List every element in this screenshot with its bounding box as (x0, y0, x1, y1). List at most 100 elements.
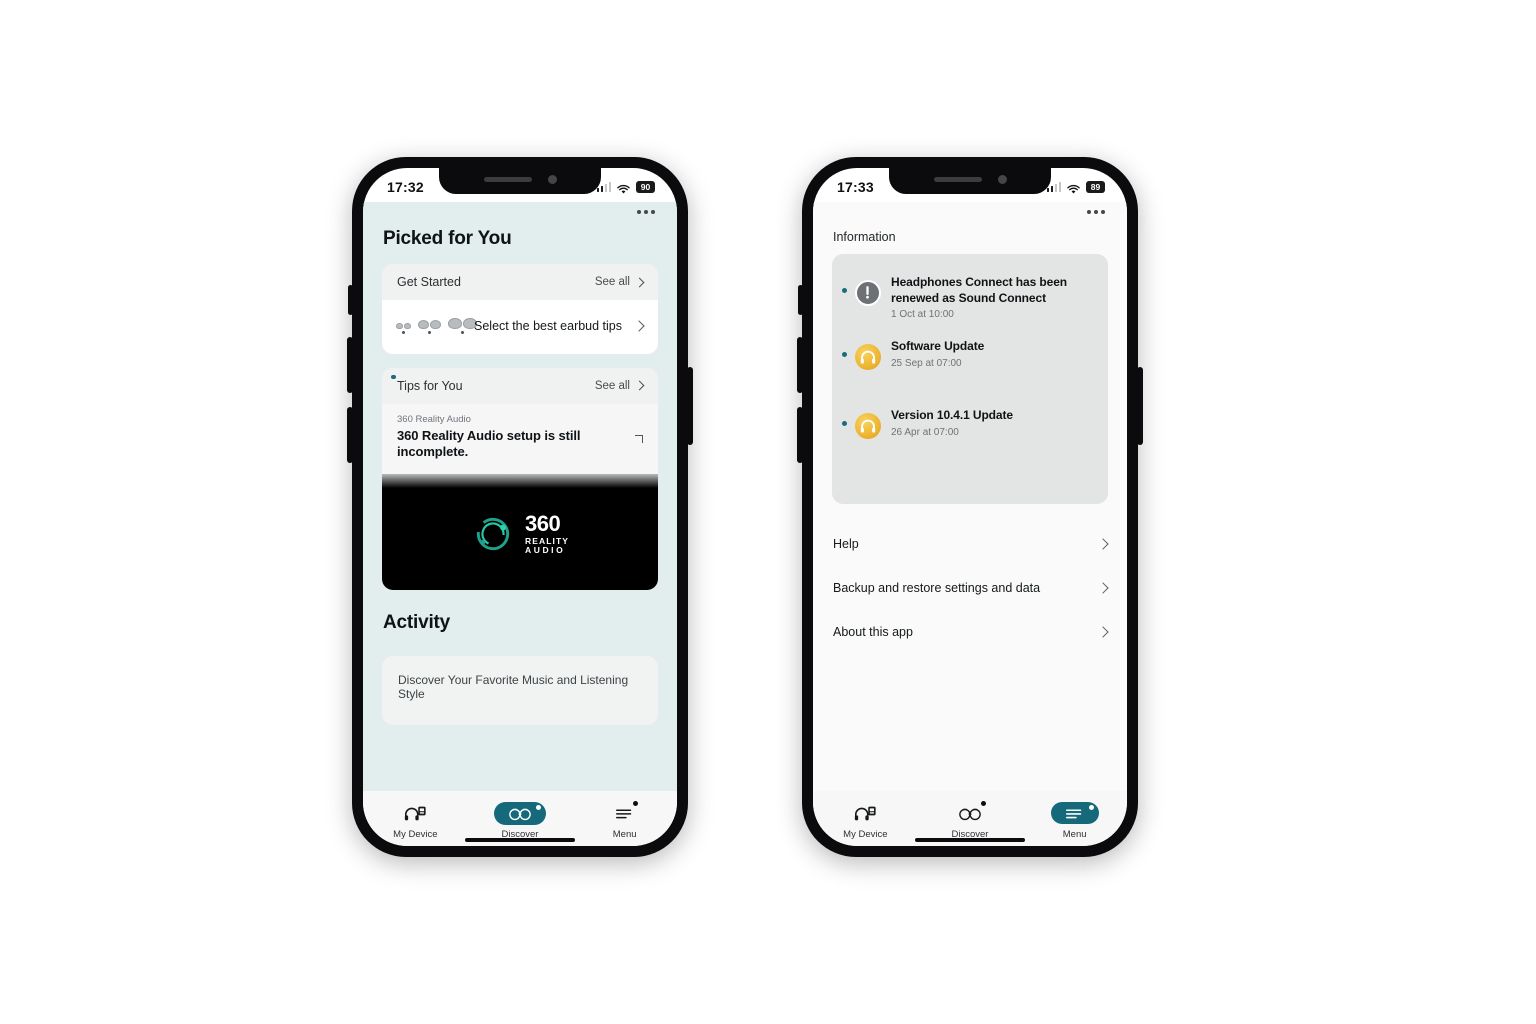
tip-headline: 360 Reality Audio setup is still incompl… (397, 427, 581, 460)
power-button[interactable] (687, 367, 693, 445)
phone-screen-right: 17:33 89 Information Headphones Connect … (813, 168, 1127, 846)
unread-dot-badge (391, 374, 396, 379)
activity-card[interactable]: Discover Your Favorite Music and Listeni… (382, 655, 658, 725)
get-started-title: Get Started (397, 275, 461, 289)
headphones-gold-icon (855, 344, 881, 371)
information-card: Headphones Connect has been renewed as S… (832, 254, 1108, 504)
tab-menu[interactable]: Menu (582, 800, 668, 840)
chevron-right-icon (634, 380, 645, 391)
discover-active-pill (493, 801, 546, 825)
volume-up-button[interactable] (347, 337, 353, 393)
screenshot-canvas: 17:32 90 Picked for You Get Started See … (0, 0, 1536, 1024)
menu-list: Help Backup and restore settings and dat… (813, 522, 1127, 654)
mute-switch[interactable] (798, 285, 803, 315)
notification-title: Headphones Connect has been renewed as S… (891, 275, 1067, 305)
get-started-see-all[interactable]: See all (595, 276, 630, 288)
volume-down-button[interactable] (347, 407, 353, 463)
status-clock: 17:33 (837, 179, 874, 195)
360-reality-audio-logo (471, 512, 515, 556)
logo-360-number: 360 (524, 510, 561, 536)
tab-my-device[interactable]: My Device (372, 800, 458, 840)
volume-down-button[interactable] (797, 407, 803, 463)
chevron-right-icon (1097, 538, 1109, 550)
chevron-right-icon (635, 434, 643, 443)
notch (439, 168, 601, 194)
binoculars-icon (509, 808, 531, 820)
tab-discover[interactable]: Discover (477, 800, 563, 840)
discover-notification-badge (535, 804, 541, 810)
menu-row-label: Help (833, 537, 859, 551)
discover-notification-badge (980, 801, 986, 806)
logo-audio-text: AUDIO (524, 545, 566, 556)
activity-card-text: Discover Your Favorite Music and Listeni… (398, 672, 629, 701)
phone-screen-left: 17:32 90 Picked for You Get Started See … (363, 168, 677, 846)
menu-row-about-this-app[interactable]: About this app (813, 610, 1127, 654)
menu-row-label: Backup and restore settings and data (833, 581, 1041, 595)
tab-menu-label: Menu (612, 829, 637, 840)
earbud-tips-icon (396, 318, 477, 334)
discover-page-content: Picked for You Get Started See all Selec… (363, 202, 677, 791)
phone-device-left: 17:32 90 Picked for You Get Started See … (347, 157, 693, 857)
chevron-right-icon (633, 320, 645, 332)
tab-my-device[interactable]: My Device (822, 800, 908, 840)
get-started-header[interactable]: Get Started See all (382, 264, 658, 300)
unread-dot-badge (842, 352, 847, 358)
headphones-device-icon (403, 800, 427, 826)
status-clock: 17:32 (387, 179, 424, 195)
get-started-card: Get Started See all Select the best earb… (382, 264, 658, 354)
notification-item[interactable]: Headphones Connect has been renewed as S… (842, 268, 1094, 332)
tips-see-all[interactable]: See all (595, 380, 630, 392)
tips-header[interactable]: Tips for You See all (382, 367, 658, 404)
home-indicator[interactable] (915, 838, 1025, 842)
tab-bar-left: My Device Discover Menu (363, 791, 677, 846)
menu-notification-badge (1088, 805, 1094, 810)
earpiece-speaker (483, 177, 532, 182)
360-reality-audio-banner[interactable]: 360 REALITY AUDIO (382, 473, 658, 590)
binoculars-icon (957, 800, 986, 826)
menu-active-pill (1050, 802, 1099, 824)
tip-kicker: 360 Reality Audio (397, 413, 471, 425)
power-button[interactable] (1137, 367, 1143, 445)
unread-dot-badge (842, 421, 847, 427)
menu-row-backup-restore[interactable]: Backup and restore settings and data (813, 566, 1127, 610)
earbud-tips-row[interactable]: Select the best earbud tips (382, 300, 658, 354)
tip-item[interactable]: 360 Reality Audio 360 Reality Audio setu… (382, 403, 658, 474)
front-camera (997, 175, 1007, 184)
chevron-right-icon (1097, 582, 1109, 594)
menu-row-help[interactable]: Help (813, 522, 1127, 566)
more-options-icon[interactable] (813, 202, 1127, 214)
mute-switch[interactable] (348, 285, 353, 315)
alert-exclamation-icon (855, 280, 881, 306)
earbud-tips-label: Select the best earbud tips (474, 318, 623, 333)
more-options-icon[interactable] (363, 202, 677, 214)
tab-menu-label: Menu (1062, 829, 1087, 840)
hamburger-menu-icon (614, 800, 638, 826)
battery-indicator: 89 (1086, 181, 1105, 193)
logo-reality-text: REALITY (524, 535, 570, 546)
chevron-right-icon (634, 277, 645, 287)
tab-discover[interactable]: Discover (927, 800, 1013, 840)
hamburger-menu-icon (1065, 809, 1081, 819)
battery-indicator: 90 (636, 181, 655, 193)
notification-title: Software Update (891, 339, 985, 354)
headphones-gold-icon (855, 413, 881, 440)
notification-date: 26 Apr at 07:00 (891, 426, 959, 438)
menu-row-label: About this app (833, 625, 913, 639)
activity-section-title: Activity (383, 611, 451, 633)
tab-menu[interactable]: Menu (1032, 800, 1118, 840)
notification-date: 1 Oct at 10:00 (891, 309, 954, 321)
tab-my-device-label: My Device (393, 829, 438, 840)
chevron-right-icon (1097, 626, 1109, 638)
earpiece-speaker (933, 177, 982, 182)
front-camera (547, 175, 557, 184)
home-indicator[interactable] (465, 838, 575, 842)
notification-date: 25 Sep at 07:00 (891, 357, 962, 369)
volume-up-button[interactable] (797, 337, 803, 393)
menu-page-content: Information Headphones Connect has been … (813, 202, 1127, 791)
notification-item[interactable]: Software Update 25 Sep at 07:00 (842, 332, 1094, 382)
headphones-device-icon (853, 800, 877, 826)
tab-bar-right: My Device Discover Menu (813, 791, 1127, 846)
notification-item[interactable]: Version 10.4.1 Update 26 Apr at 07:00 (842, 382, 1094, 451)
wifi-icon (616, 182, 631, 194)
tips-title: Tips for You (397, 378, 463, 393)
